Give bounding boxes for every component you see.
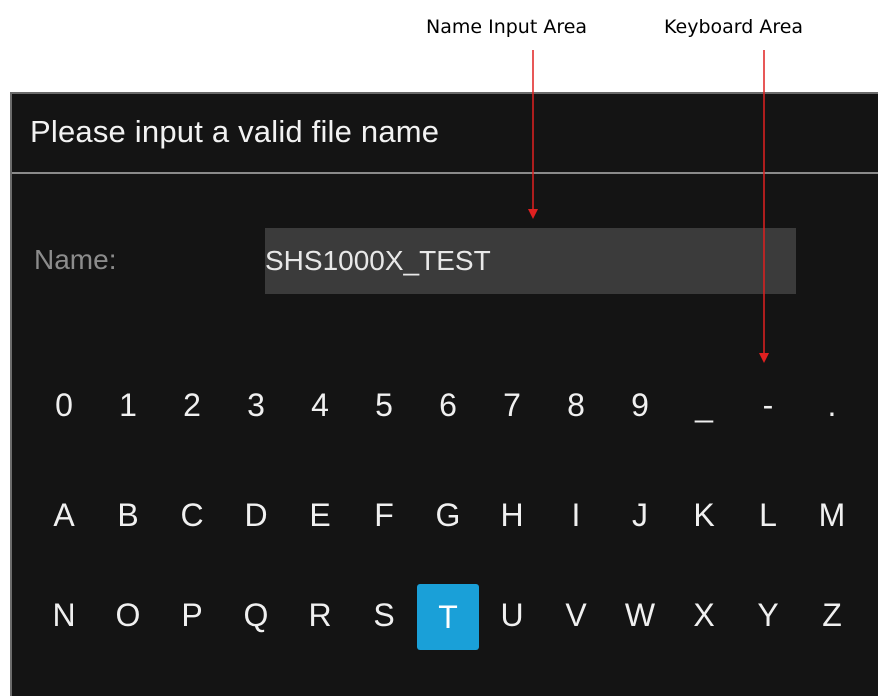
- key[interactable]: 1: [106, 374, 150, 436]
- key[interactable]: 7: [490, 374, 534, 436]
- key[interactable]: 3: [234, 374, 278, 436]
- key[interactable]: 0: [42, 374, 86, 436]
- key[interactable]: K: [682, 484, 726, 546]
- name-label: Name:: [34, 244, 117, 275]
- key[interactable]: A: [42, 484, 86, 546]
- key[interactable]: 2: [170, 374, 214, 436]
- key[interactable]: M: [810, 484, 854, 546]
- key[interactable]: G: [426, 484, 470, 546]
- key-underscore[interactable]: _: [682, 374, 726, 436]
- key[interactable]: U: [490, 584, 534, 646]
- key[interactable]: C: [170, 484, 214, 546]
- key[interactable]: E: [298, 484, 342, 546]
- title-divider: [12, 172, 878, 174]
- key[interactable]: N: [42, 584, 86, 646]
- key[interactable]: 8: [554, 374, 598, 436]
- key[interactable]: S: [362, 584, 406, 646]
- key[interactable]: 5: [362, 374, 406, 436]
- key[interactable]: P: [170, 584, 214, 646]
- key[interactable]: W: [618, 584, 662, 646]
- key[interactable]: 4: [298, 374, 342, 436]
- key[interactable]: H: [490, 484, 534, 546]
- key[interactable]: O: [106, 584, 150, 646]
- key[interactable]: B: [106, 484, 150, 546]
- file-name-dialog: Please input a valid file name Name: SHS…: [10, 92, 878, 696]
- annotation-name-input-area: Name Input Area: [426, 16, 588, 38]
- key[interactable]: Y: [746, 584, 790, 646]
- key[interactable]: 6: [426, 374, 470, 436]
- screenshot-canvas: Name Input Area Keyboard Area Please inp…: [0, 0, 878, 696]
- key[interactable]: F: [362, 484, 406, 546]
- annotation-keyboard-area: Keyboard Area: [664, 16, 804, 38]
- dialog-title: Please input a valid file name: [30, 114, 440, 149]
- key-period[interactable]: .: [810, 374, 854, 436]
- key[interactable]: V: [554, 584, 598, 646]
- key[interactable]: Q: [234, 584, 278, 646]
- key[interactable]: I: [554, 484, 598, 546]
- key[interactable]: Z: [810, 584, 854, 646]
- key[interactable]: R: [298, 584, 342, 646]
- key-selected[interactable]: T: [417, 584, 479, 650]
- key-hyphen[interactable]: -: [746, 374, 790, 436]
- key[interactable]: J: [618, 484, 662, 546]
- name-input-field[interactable]: SHS1000X_TEST: [265, 228, 796, 294]
- key[interactable]: X: [682, 584, 726, 646]
- key[interactable]: L: [746, 484, 790, 546]
- key[interactable]: D: [234, 484, 278, 546]
- key[interactable]: 9: [618, 374, 662, 436]
